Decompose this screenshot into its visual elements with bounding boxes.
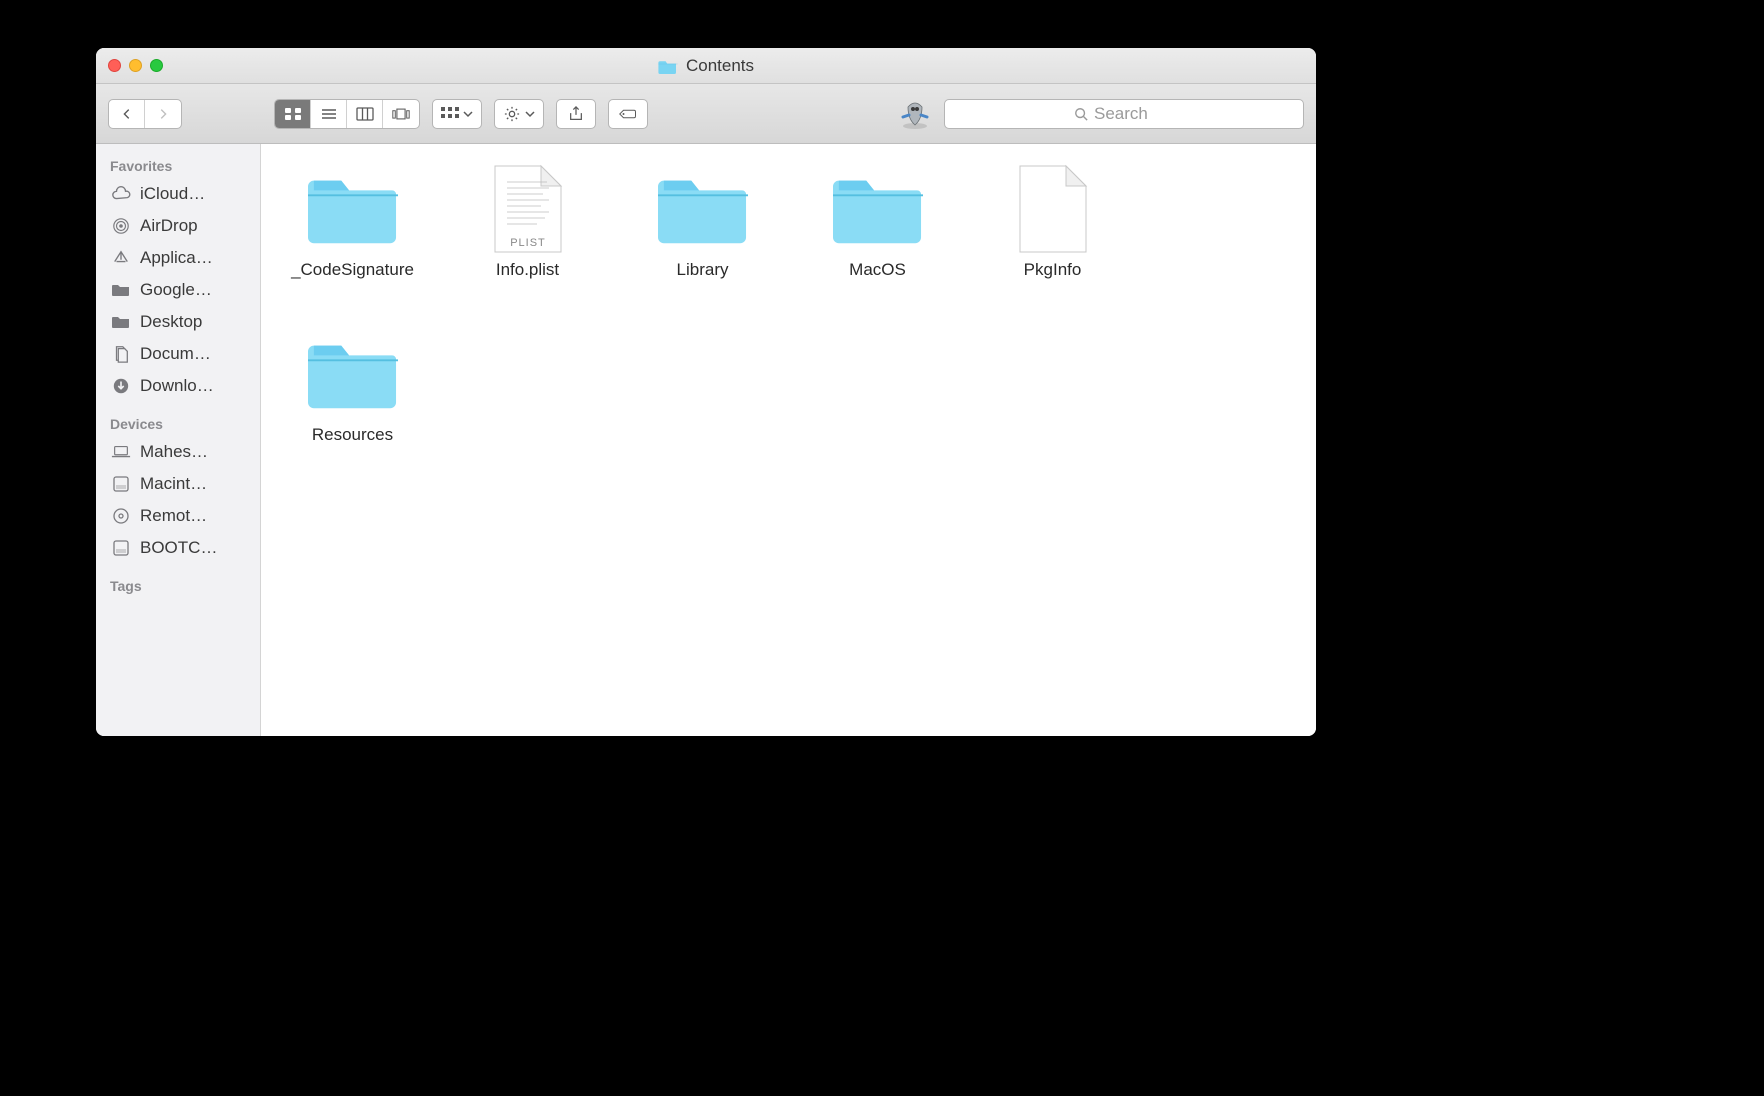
coverflow-view-button[interactable]: [383, 100, 419, 128]
sidebar-item-documents[interactable]: Docum…: [96, 338, 260, 370]
folder-icon: [308, 164, 398, 254]
sidebar-item-downloads[interactable]: Downlo…: [96, 370, 260, 402]
file-label: MacOS: [849, 260, 906, 280]
minimize-button[interactable]: [129, 59, 142, 72]
folder-icon: [658, 164, 748, 254]
forward-button[interactable]: [145, 100, 181, 128]
arrange-button[interactable]: [432, 99, 482, 129]
folder-icon: [833, 164, 923, 254]
sidebar-item-laptop[interactable]: Mahes…: [96, 436, 260, 468]
file-item[interactable]: Library: [615, 158, 790, 323]
sidebar-header-favorites: Favorites: [96, 152, 260, 178]
window-title-group: Contents: [96, 56, 1316, 76]
file-item[interactable]: PkgInfo: [965, 158, 1140, 323]
automator-icon[interactable]: [898, 97, 932, 131]
folder-icon: [110, 313, 132, 331]
search-icon: [1074, 107, 1088, 121]
sidebar-item-label: iCloud…: [140, 184, 205, 204]
view-mode-buttons: [274, 99, 420, 129]
file-grid[interactable]: _CodeSignature PLIST Info.plist Library …: [261, 144, 1316, 736]
sidebar-item-label: Desktop: [140, 312, 202, 332]
cloud-icon: [110, 185, 132, 203]
file-label: Resources: [312, 425, 393, 445]
plist-file-icon: PLIST: [483, 164, 573, 254]
finder-window: Contents: [96, 48, 1316, 736]
nav-buttons: [108, 99, 182, 129]
sidebar-item-label: Macint…: [140, 474, 207, 494]
action-button[interactable]: [494, 99, 544, 129]
svg-text:PLIST: PLIST: [510, 237, 546, 249]
search-field[interactable]: [944, 99, 1304, 129]
file-item[interactable]: PLIST Info.plist: [440, 158, 615, 323]
file-item[interactable]: _CodeSignature: [265, 158, 440, 323]
optical-disc-icon: [110, 507, 132, 525]
sidebar-item-bootcamp[interactable]: BOOTC…: [96, 532, 260, 564]
disk-icon: [110, 475, 132, 493]
sidebar-header-tags: Tags: [96, 572, 260, 598]
sidebar-header-devices: Devices: [96, 410, 260, 436]
zoom-button[interactable]: [150, 59, 163, 72]
share-icon: [567, 106, 585, 122]
blank-file-icon: [1008, 164, 1098, 254]
sidebar-item-icloud[interactable]: iCloud…: [96, 178, 260, 210]
window-controls: [96, 59, 163, 72]
sidebar-item-label: Docum…: [140, 344, 211, 364]
folder-icon: [308, 329, 398, 419]
disk-icon: [110, 539, 132, 557]
toolbar: [96, 84, 1316, 144]
column-view-button[interactable]: [347, 100, 383, 128]
list-view-button[interactable]: [311, 100, 347, 128]
sidebar-item-label: BOOTC…: [140, 538, 217, 558]
sidebar: Favorites iCloud… AirDrop Applica… Googl…: [96, 144, 261, 736]
titlebar[interactable]: Contents: [96, 48, 1316, 84]
sidebar-item-label: Remot…: [140, 506, 207, 526]
sidebar-item-airdrop[interactable]: AirDrop: [96, 210, 260, 242]
window-title: Contents: [686, 56, 754, 76]
applications-icon: [110, 249, 132, 267]
folder-icon: [110, 281, 132, 299]
file-label: Library: [677, 260, 729, 280]
sidebar-item-label: Applica…: [140, 248, 213, 268]
downloads-icon: [110, 377, 132, 395]
sidebar-item-macintosh[interactable]: Macint…: [96, 468, 260, 500]
icon-view-button[interactable]: [275, 100, 311, 128]
sidebar-item-google[interactable]: Google…: [96, 274, 260, 306]
close-button[interactable]: [108, 59, 121, 72]
tags-button[interactable]: [608, 99, 648, 129]
file-label: _CodeSignature: [291, 260, 414, 280]
laptop-icon: [110, 443, 132, 461]
sidebar-item-label: Mahes…: [140, 442, 208, 462]
airdrop-icon: [110, 217, 132, 235]
sidebar-item-label: Downlo…: [140, 376, 214, 396]
sidebar-item-desktop[interactable]: Desktop: [96, 306, 260, 338]
sidebar-item-remote[interactable]: Remot…: [96, 500, 260, 532]
chevron-down-icon: [463, 110, 473, 118]
search-input[interactable]: [1094, 104, 1174, 124]
chevron-down-icon: [525, 110, 535, 118]
file-item[interactable]: MacOS: [790, 158, 965, 323]
gear-icon: [503, 106, 521, 122]
sidebar-item-label: AirDrop: [140, 216, 198, 236]
documents-icon: [110, 345, 132, 363]
file-label: PkgInfo: [1024, 260, 1082, 280]
back-button[interactable]: [109, 100, 145, 128]
file-item[interactable]: Resources: [265, 323, 440, 488]
share-button[interactable]: [556, 99, 596, 129]
folder-icon: [658, 58, 678, 74]
sidebar-item-applications[interactable]: Applica…: [96, 242, 260, 274]
sidebar-item-label: Google…: [140, 280, 212, 300]
file-label: Info.plist: [496, 260, 559, 280]
tag-icon: [619, 106, 637, 122]
